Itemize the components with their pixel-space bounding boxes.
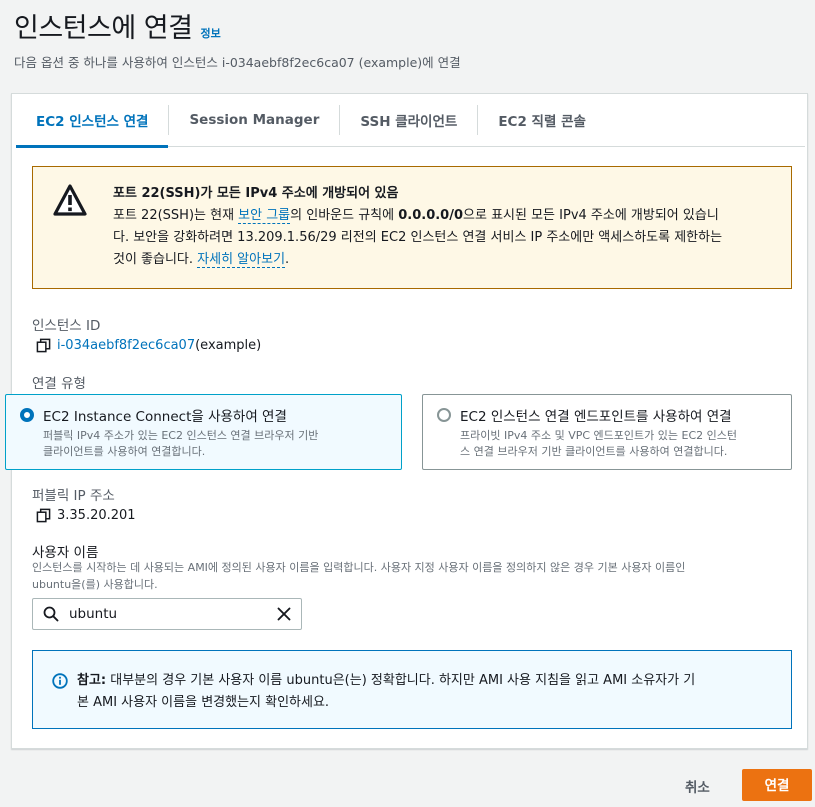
option-title: EC2 Instance Connect을 사용하여 연결: [43, 409, 287, 425]
connect-button[interactable]: 연결: [742, 769, 812, 801]
instance-id-suffix: (example): [195, 338, 262, 353]
public-ip-row: 3.35.20.201: [36, 508, 136, 523]
option-desc-line: 퍼블릭 IPv4 주소가 있는 EC2 인스턴스 연결 브라우저 기반: [43, 429, 319, 442]
option-description: 퍼블릭 IPv4 주소가 있는 EC2 인스턴스 연결 브라우저 기반 클라이언…: [43, 428, 387, 460]
warning-cidr: 0.0.0.0/0: [398, 208, 464, 223]
username-input-wrapper: [32, 598, 302, 630]
username-input[interactable]: [67, 605, 277, 623]
warning-line-3: 것이 좋습니다. 자세히 알아보기.: [113, 249, 773, 271]
info-bold-label: 참고:: [77, 673, 107, 688]
learn-more-link[interactable]: 자세히 알아보기: [197, 252, 286, 268]
public-ip-value: 3.35.20.201: [57, 508, 136, 523]
tab-ec2-instance-connect[interactable]: EC2 인스턴스 연결: [16, 94, 169, 148]
option-desc-line: 스 연결 브라우저 기반 클라이언트를 사용하여 연결합니다.: [460, 445, 728, 458]
page-subtitle: 다음 옵션 중 하나를 사용하여 인스턴스 i-034aebf8f2ec6ca0…: [14, 55, 461, 70]
warning-title: 포트 22(SSH)가 모든 IPv4 주소에 개방되어 있음: [113, 186, 399, 201]
info-alert: 참고: 대부분의 경우 기본 사용자 이름 ubuntu은(는) 정확합니다. …: [32, 650, 792, 729]
info-line-2: 본 AMI 사용자 이름을 변경했는지 확인하세요.: [77, 695, 330, 710]
instance-id-label: 인스턴스 ID: [32, 318, 101, 334]
cancel-button[interactable]: 취소: [685, 776, 710, 796]
security-group-link[interactable]: 보안 그룹: [238, 208, 291, 224]
option-ec2-instance-connect[interactable]: EC2 Instance Connect을 사용하여 연결 퍼블릭 IPv4 주…: [5, 394, 402, 470]
info-line-1: 참고: 대부분의 경우 기본 사용자 이름 ubuntu은(는) 정확합니다. …: [77, 670, 773, 692]
username-description: 인스턴스를 시작하는 데 사용되는 AMI에 정의된 사용자 이름을 입력합니다…: [32, 559, 802, 593]
connection-type-label: 연결 유형: [32, 376, 86, 392]
warning-icon: [53, 184, 87, 216]
warning-text: 것이 좋습니다.: [113, 252, 198, 267]
public-ip-label: 퍼블릭 IP 주소: [32, 488, 115, 504]
radio-button[interactable]: [20, 408, 34, 422]
warning-text: 의 인바운드 규칙에: [290, 208, 399, 223]
username-label: 사용자 이름: [32, 545, 99, 561]
connect-card: EC2 인스턴스 연결 Session Manager SSH 클라이언트 EC…: [5, 93, 808, 749]
copy-icon[interactable]: [36, 338, 51, 353]
search-icon: [43, 606, 59, 622]
option-description: 프라이빗 IPv4 주소 및 VPC 엔드포인트가 있는 EC2 인스턴 스 연…: [460, 428, 777, 460]
warning-line-2: 다. 보안을 강화하려면 13.209.1.56/29 리전의 EC2 인스턴스…: [113, 230, 723, 245]
radio-button[interactable]: [437, 408, 451, 422]
warning-line-1: 포트 22(SSH)는 현재 보안 그룹의 인바운드 규칙에 0.0.0.0/0…: [113, 205, 773, 227]
option-ec2-instance-connect-endpoint[interactable]: EC2 인스턴스 연결 엔드포인트를 사용하여 연결 프라이빗 IPv4 주소 …: [422, 394, 792, 470]
tab-serial-console[interactable]: EC2 직렬 콘솔: [478, 94, 606, 147]
clear-icon[interactable]: [277, 607, 291, 621]
tab-ssh-client[interactable]: SSH 클라이언트: [340, 94, 477, 147]
instance-id-row: i-034aebf8f2ec6ca07 (example): [36, 338, 261, 353]
warning-text: .: [285, 252, 290, 267]
info-icon: [52, 673, 68, 689]
tab-session-manager[interactable]: Session Manager: [169, 94, 339, 147]
copy-icon[interactable]: [36, 508, 51, 523]
tab-bar: EC2 인스턴스 연결 Session Manager SSH 클라이언트 EC…: [16, 94, 805, 148]
warning-alert: 포트 22(SSH)가 모든 IPv4 주소에 개방되어 있음 포트 22(SS…: [32, 166, 792, 289]
username-desc-line: ubuntu을(를) 사용합니다.: [32, 578, 158, 591]
info-link[interactable]: 정보: [200, 25, 220, 41]
instance-id-link[interactable]: i-034aebf8f2ec6ca07: [57, 338, 195, 353]
warning-text: 포트 22(SSH)는 현재: [113, 208, 239, 223]
option-desc-line: 프라이빗 IPv4 주소 및 VPC 엔드포인트가 있는 EC2 인스턴: [460, 429, 737, 442]
option-desc-line: 클라이언트를 사용하여 연결합니다.: [43, 445, 206, 458]
page-header: 인스턴스에 연결 정보: [14, 6, 221, 45]
info-text: 대부분의 경우 기본 사용자 이름 ubuntu은(는) 정확합니다. 하지만 …: [106, 673, 696, 688]
username-desc-line: 인스턴스를 시작하는 데 사용되는 AMI에 정의된 사용자 이름을 입력합니다…: [32, 561, 686, 574]
warning-text: 으로 표시된 모든 IPv4 주소에 개방되어 있습니: [463, 208, 719, 223]
page-title: 인스턴스에 연결: [14, 13, 193, 44]
option-title: EC2 인스턴스 연결 엔드포인트를 사용하여 연결: [460, 409, 732, 425]
